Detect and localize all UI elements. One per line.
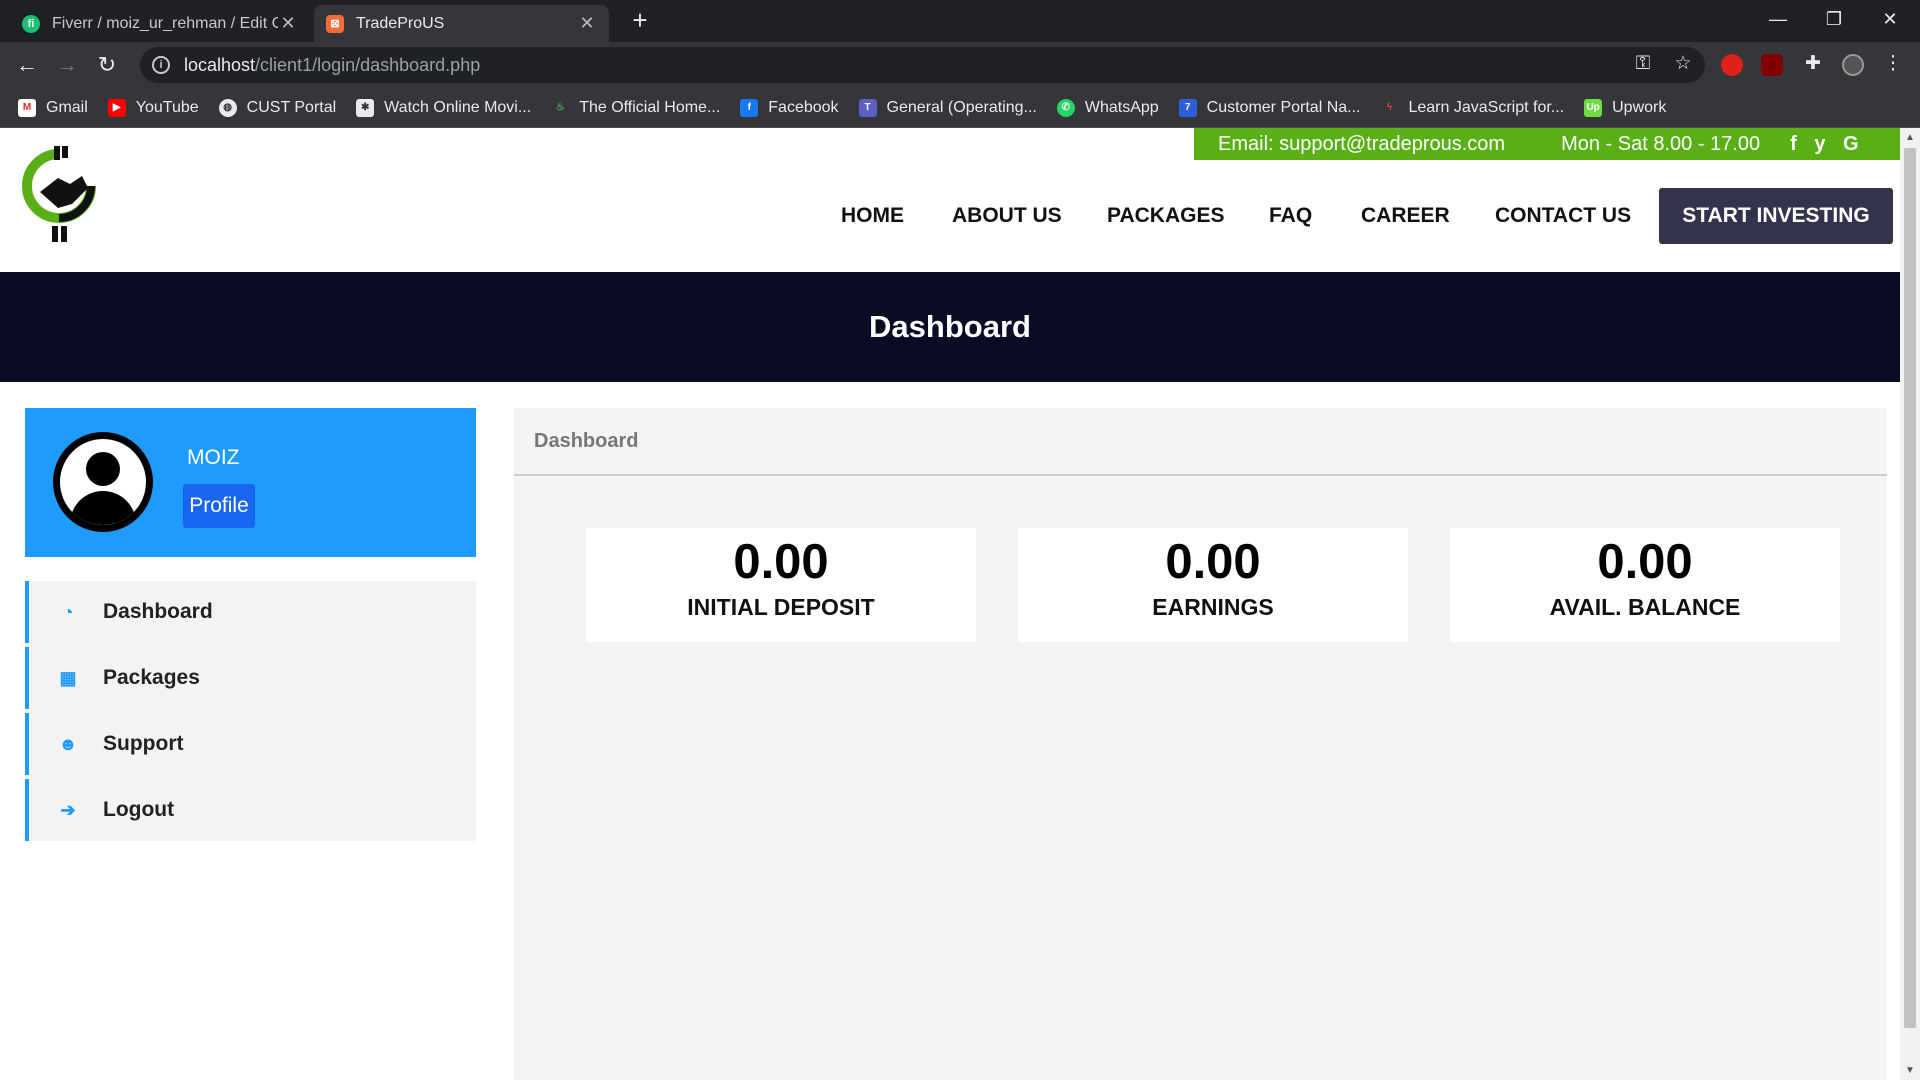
stat-label: INITIAL DEPOSIT	[687, 594, 875, 620]
bookmark-youtube[interactable]: ▶ YouTube	[107, 98, 199, 117]
sidebar-item-dashboard[interactable]: ◔ Dashboard	[25, 581, 476, 643]
bookmark-learn-js[interactable]: ϟ Learn JavaScript for...	[1380, 99, 1564, 117]
js-course-icon: ϟ	[1386, 102, 1393, 113]
film-icon: ✱	[356, 98, 375, 117]
bookmark-cust-portal[interactable]: ◍ CUST Portal	[218, 98, 336, 117]
upwork-icon: Up	[1584, 98, 1603, 117]
sidebar-item-packages[interactable]: ▦ Packages	[25, 647, 476, 709]
profile-card: MOIZ Profile	[25, 408, 476, 557]
sidebar-menu: ◔ Dashboard ▦ Packages ☻ Support ➔ Logou…	[25, 581, 476, 841]
close-tab-icon[interactable]: ✕	[577, 13, 597, 34]
extension-stop-icon[interactable]	[1721, 54, 1743, 76]
logout-icon: ➔	[60, 799, 76, 820]
scroll-down-arrow-icon[interactable]: ▼	[1900, 1065, 1920, 1076]
gmail-icon: M	[18, 98, 36, 117]
social-icons[interactable]: f y G	[1790, 133, 1864, 156]
browser-toolbar: ← → ↻ i localhost/client1/login/dashboar…	[0, 42, 1920, 88]
sidebar-item-logout[interactable]: ➔ Logout	[25, 779, 476, 841]
extensions-puzzle-icon[interactable]: ✚	[1798, 49, 1828, 79]
teams-icon: T	[858, 98, 877, 117]
globe-icon: ◍	[218, 98, 237, 117]
business-hours: Mon - Sat 8.00 - 17.00	[1561, 132, 1761, 155]
nav-contact-us[interactable]: CONTACT US	[1495, 204, 1631, 228]
nav-home[interactable]: HOME	[841, 204, 904, 228]
site-icon: ♨	[555, 102, 565, 113]
stat-value: 0.00	[1597, 535, 1693, 589]
nav-packages[interactable]: PACKAGES	[1107, 204, 1224, 228]
stat-earnings: 0.00 EARNINGS	[1018, 528, 1408, 642]
bookmark-customer-portal[interactable]: 7 Customer Portal Na...	[1178, 98, 1360, 117]
portal-icon: 7	[1178, 98, 1197, 117]
sidebar-item-label: Support	[103, 732, 184, 755]
reload-button[interactable]: ↻	[92, 50, 122, 80]
restore-button[interactable]: ❐	[1806, 0, 1862, 38]
sidebar-item-label: Dashboard	[103, 600, 213, 623]
site-info-icon[interactable]: i	[152, 56, 170, 74]
tab-title: TradeProUS	[356, 14, 445, 32]
whatsapp-icon: ✆	[1056, 98, 1075, 117]
panel-heading: Dashboard	[514, 408, 1887, 476]
user-avatar-icon	[53, 432, 153, 532]
page-banner: Dashboard	[0, 272, 1900, 382]
url-path: /client1/login/dashboard.php	[255, 54, 481, 75]
facebook-icon: f	[740, 98, 759, 117]
fiverr-icon: fi	[22, 14, 40, 33]
dashboard-icon: ◔	[62, 601, 74, 622]
sidebar-item-label: Packages	[103, 666, 200, 689]
sidebar-item-label: Logout	[103, 798, 175, 821]
minimize-button[interactable]: —	[1750, 0, 1806, 38]
avatar[interactable]	[1842, 54, 1864, 76]
nav-career[interactable]: CAREER	[1361, 204, 1450, 228]
stat-label: EARNINGS	[1152, 594, 1274, 620]
web-page: Email: support@tradeprous.com Mon - Sat …	[0, 128, 1900, 1080]
xampp-icon: ⊠	[326, 14, 344, 33]
scroll-up-arrow-icon[interactable]: ▲	[1900, 132, 1920, 143]
stat-label: AVAIL. BALANCE	[1549, 594, 1741, 620]
stat-value: 0.00	[1165, 535, 1261, 589]
sidebar: MOIZ Profile ◔ Dashboard ▦ Packages ☻ Su…	[25, 408, 476, 845]
start-investing-button[interactable]: START INVESTING	[1659, 188, 1893, 244]
close-tab-icon[interactable]: ✕	[278, 13, 298, 34]
tab-title: Fiverr / moiz_ur_rehman / Edit Gi	[52, 14, 278, 32]
browser-tab-bar: fi Fiverr / moiz_ur_rehman / Edit Gi ✕ ⊠…	[0, 0, 1920, 42]
stat-value: 0.00	[733, 535, 829, 589]
youtube-icon: ▶	[107, 98, 126, 117]
url-host: localhost	[184, 54, 256, 75]
contact-topbar: Email: support@tradeprous.com Mon - Sat …	[1194, 128, 1900, 160]
forward-button[interactable]: →	[52, 50, 82, 80]
profile-button[interactable]: Profile	[183, 484, 255, 528]
bookmark-facebook[interactable]: f Facebook	[740, 98, 839, 117]
bookmark-official-home[interactable]: ♨ The Official Home...	[551, 99, 721, 117]
stat-avail-balance: 0.00 AVAIL. BALANCE	[1450, 528, 1840, 642]
username: MOIZ	[187, 446, 240, 469]
bookmarks-bar: M Gmail ▶ YouTube ◍ CUST Portal ✱ Watch Onli…	[0, 88, 1920, 128]
bookmark-teams[interactable]: T General (Operating...	[858, 98, 1037, 117]
tradeprous-logo[interactable]	[18, 144, 100, 244]
support-email[interactable]: Email: support@tradeprous.com	[1218, 133, 1505, 156]
tab-tradeprous[interactable]: ⊠ TradeProUS ✕	[314, 5, 609, 42]
nav-about-us[interactable]: ABOUT US	[952, 204, 1062, 228]
menu-kebab-icon[interactable]: ⋮	[1878, 49, 1908, 79]
bookmark-star-icon[interactable]: ☆	[1668, 49, 1698, 79]
bookmark-gmail[interactable]: M Gmail	[18, 98, 88, 117]
close-window-button[interactable]: ✕	[1862, 0, 1918, 38]
ublock-icon[interactable]	[1761, 54, 1783, 76]
bookmark-whatsapp[interactable]: ✆ WhatsApp	[1056, 98, 1159, 117]
stat-initial-deposit: 0.00 INITIAL DEPOSIT	[586, 528, 976, 642]
scrollbar-thumb[interactable]	[1904, 148, 1916, 1028]
new-tab-button[interactable]: +	[625, 6, 655, 36]
page-title: Dashboard	[869, 309, 1031, 344]
page-scrollbar[interactable]: ▲ ▼	[1900, 128, 1920, 1080]
bookmark-upwork[interactable]: Up Upwork	[1584, 98, 1666, 117]
nav-faq[interactable]: FAQ	[1269, 204, 1312, 228]
sidebar-item-support[interactable]: ☻ Support	[25, 713, 476, 775]
address-bar[interactable]: i localhost/client1/login/dashboard.php	[140, 47, 1705, 83]
users-icon: ☻	[58, 733, 78, 754]
key-icon[interactable]: ⚿	[1628, 49, 1658, 79]
dashboard-panel: Dashboard 0.00 INITIAL DEPOSIT 0.00 EARN…	[514, 408, 1887, 1080]
back-button[interactable]: ←	[12, 50, 42, 80]
bookmark-watch-movies[interactable]: ✱ Watch Online Movi...	[356, 98, 531, 117]
grid-icon: ▦	[59, 667, 77, 688]
tab-fiverr[interactable]: fi Fiverr / moiz_ur_rehman / Edit Gi ✕	[10, 5, 310, 42]
